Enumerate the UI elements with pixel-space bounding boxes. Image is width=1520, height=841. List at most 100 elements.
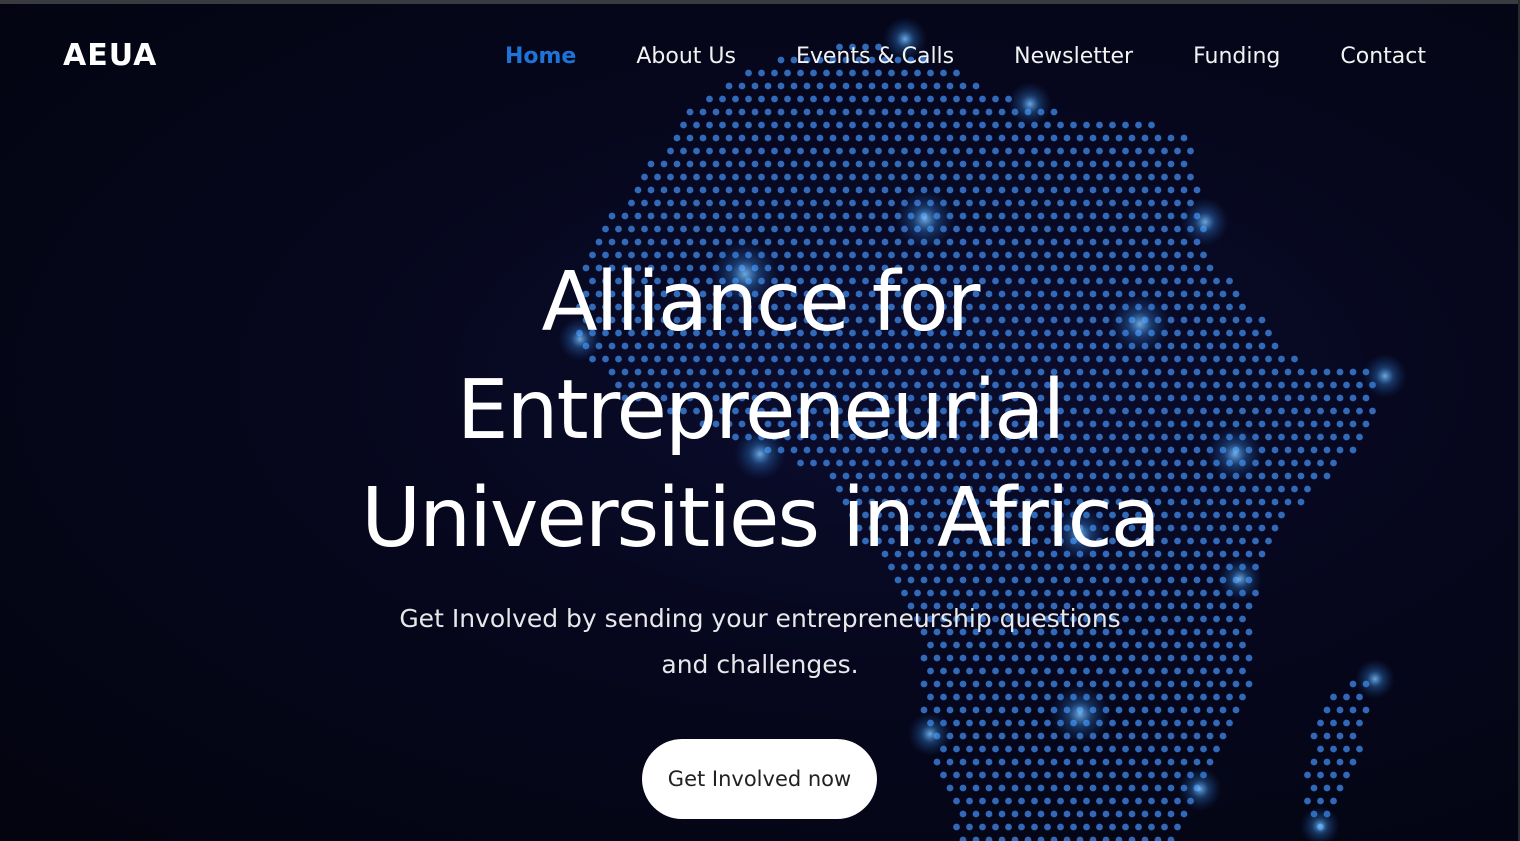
nav-events-calls[interactable]: Events & Calls	[796, 44, 954, 69]
map-dot	[1005, 745, 1012, 753]
map-dot	[777, 134, 785, 142]
map-dot	[810, 121, 817, 129]
map-dot	[1213, 615, 1220, 623]
map-dot	[1187, 615, 1194, 623]
map-dot	[706, 173, 713, 181]
map-dot	[1245, 602, 1253, 610]
map-dot	[1161, 719, 1168, 727]
map-dot	[1050, 758, 1058, 766]
map-dot	[732, 225, 739, 233]
map-dot	[732, 147, 739, 155]
map-dot	[1167, 576, 1175, 584]
map-dot	[1213, 589, 1220, 597]
map-dot	[1161, 797, 1168, 805]
map-dot	[1031, 745, 1038, 753]
map-dot	[751, 134, 759, 142]
map-dot	[1219, 628, 1227, 636]
map-dot	[1284, 394, 1292, 402]
site-logo[interactable]: AEUA	[63, 38, 157, 73]
map-dot	[1271, 394, 1279, 402]
map-dot	[764, 238, 772, 246]
map-dot	[979, 693, 986, 701]
map-dot	[1096, 823, 1103, 831]
map-dot	[992, 199, 999, 207]
map-dot	[1356, 407, 1363, 415]
map-dot	[979, 147, 986, 155]
map-dot	[725, 212, 733, 220]
map-dot	[738, 160, 746, 168]
map-dot	[927, 693, 934, 701]
map-dot	[1011, 758, 1019, 766]
map-dot	[1037, 836, 1045, 841]
get-involved-button[interactable]: Get Involved now	[642, 739, 877, 819]
map-dot	[966, 147, 973, 155]
map-dot	[1323, 472, 1331, 480]
map-dot	[1148, 121, 1155, 129]
map-dot	[1031, 225, 1038, 233]
map-dot	[985, 784, 993, 792]
map-dot	[1180, 134, 1188, 142]
map-dot	[686, 212, 694, 220]
map-dot	[849, 121, 856, 129]
nav-contact[interactable]: Contact	[1340, 44, 1426, 69]
map-dot	[1005, 121, 1012, 129]
map-dot	[1115, 810, 1123, 818]
nav-home[interactable]: Home	[505, 44, 576, 69]
map-dot	[953, 147, 960, 155]
map-dot	[992, 771, 999, 779]
map-dot	[803, 212, 811, 220]
map-dot	[647, 238, 655, 246]
map-dot	[1284, 472, 1292, 480]
map-dot	[725, 160, 733, 168]
map-dot	[1265, 511, 1272, 519]
map-dot	[1167, 238, 1175, 246]
map-dot	[1141, 186, 1149, 194]
map-dot	[959, 186, 967, 194]
nav-about-us[interactable]: About Us	[636, 44, 736, 69]
map-dot	[1284, 420, 1292, 428]
map-dot	[628, 225, 635, 233]
map-dot	[1109, 121, 1116, 129]
map-dot	[641, 225, 648, 233]
map-dot	[1044, 225, 1051, 233]
map-dot	[1122, 745, 1129, 753]
map-dot	[615, 225, 622, 233]
map-dot	[1317, 745, 1324, 753]
map-dot	[1005, 823, 1012, 831]
map-dot	[1122, 693, 1129, 701]
map-dot	[758, 173, 765, 181]
map-dot	[1141, 732, 1149, 740]
map-dot	[894, 576, 902, 584]
map-glow-spot	[1363, 354, 1407, 398]
map-dot	[621, 238, 629, 246]
map-dot	[855, 212, 863, 220]
map-dot	[946, 706, 954, 714]
map-dot	[1330, 381, 1337, 389]
nav-newsletter[interactable]: Newsletter	[1014, 44, 1133, 69]
map-dot	[875, 199, 882, 207]
map-dot	[953, 797, 960, 805]
map-dot	[1083, 745, 1090, 753]
map-dot	[764, 212, 772, 220]
map-dot	[673, 160, 681, 168]
map-dot	[1226, 615, 1233, 623]
map-dot	[914, 121, 921, 129]
map-dot	[1161, 225, 1168, 233]
map-dot	[1297, 498, 1305, 506]
map-dot	[1161, 173, 1168, 181]
map-dot	[966, 173, 973, 181]
map-dot	[940, 771, 947, 779]
map-dot	[959, 706, 967, 714]
map-dot	[1330, 771, 1337, 779]
map-dot	[1167, 836, 1175, 841]
nav-funding[interactable]: Funding	[1193, 44, 1280, 69]
map-dot	[1330, 745, 1337, 753]
map-dot	[803, 160, 811, 168]
map-dot	[862, 199, 869, 207]
map-dot	[907, 576, 915, 584]
map-dot	[972, 758, 980, 766]
map-dot	[1011, 810, 1019, 818]
map-dot	[1310, 784, 1318, 792]
map-dot	[907, 160, 915, 168]
map-dot	[1291, 459, 1298, 467]
